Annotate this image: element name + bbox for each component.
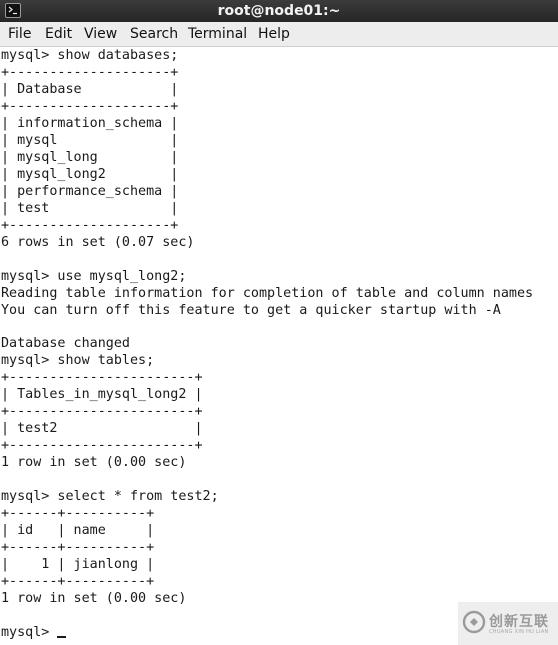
terminal-line: Database changed (1, 336, 130, 352)
terminal-line: 1 row in set (0.00 sec) (1, 455, 187, 471)
terminal-line: +------+----------+ (1, 574, 155, 590)
terminal-line: +--------------------+ (1, 98, 179, 114)
title-bar[interactable]: root@node01:~ (0, 0, 558, 22)
menu-view[interactable]: View (83, 22, 118, 46)
terminal-output-area[interactable]: mysql> show databases; +----------------… (0, 47, 558, 645)
terminal-line: mysql> use mysql_long2; (1, 268, 187, 284)
terminal-line: | mysql | (1, 132, 179, 148)
terminal-line: You can turn off this feature to get a q… (1, 302, 501, 318)
terminal-line: +-----------------------+ (1, 404, 203, 420)
window-title: root@node01:~ (217, 3, 341, 19)
terminal-line: mysql> (1, 624, 58, 640)
terminal-line: +--------------------+ (1, 217, 179, 233)
terminal-line: +------+----------+ (1, 540, 155, 556)
terminal-line: mysql> show databases; (1, 48, 179, 63)
terminal-line: +------+----------+ (1, 506, 155, 522)
terminal-line: | information_schema | (1, 115, 179, 131)
menu-edit[interactable]: Edit (44, 22, 73, 46)
terminal-line: | test | (1, 200, 179, 216)
terminal-line: | 1 | jianlong | (1, 557, 155, 573)
text-cursor (57, 636, 66, 638)
menu-terminal[interactable]: Terminal (187, 22, 248, 46)
terminal-line: +--------------------+ (1, 64, 179, 80)
chuangxin-logo-icon (462, 610, 486, 634)
watermark-text: 创新互联 (489, 614, 549, 630)
menu-search[interactable]: Search (129, 22, 179, 46)
terminal-line: | Tables_in_mysql_long2 | (1, 387, 203, 403)
terminal-line: | performance_schema | (1, 183, 179, 199)
menu-help[interactable]: Help (257, 22, 291, 46)
terminal-text: mysql> show databases; +----------------… (1, 48, 533, 642)
terminal-line: | test2 | (1, 421, 203, 437)
watermark-subtext: CHUANG XIN HU LIAN (489, 629, 549, 635)
terminal-line: +-----------------------+ (1, 370, 203, 386)
terminal-line: mysql> select * from test2; (1, 489, 219, 505)
watermark: 创新互联 CHUANG XIN HU LIAN (458, 602, 558, 645)
terminal-line: 6 rows in set (0.07 sec) (1, 234, 195, 250)
menu-bar: File Edit View Search Terminal Help (0, 22, 558, 47)
terminal-line: Reading table information for completion… (1, 285, 534, 301)
terminal-window: root@node01:~ File Edit View Search Term… (0, 0, 558, 645)
terminal-line: | mysql_long | (1, 149, 179, 165)
terminal-line: | mysql_long2 | (1, 166, 179, 182)
menu-file[interactable]: File (7, 22, 32, 46)
terminal-line: 1 row in set (0.00 sec) (1, 591, 187, 606)
terminal-icon (5, 3, 21, 18)
terminal-line: +-----------------------+ (1, 438, 203, 454)
terminal-line: mysql> show tables; (1, 353, 155, 369)
terminal-line: | id | name | (1, 523, 155, 539)
terminal-line: | Database | (1, 81, 179, 97)
